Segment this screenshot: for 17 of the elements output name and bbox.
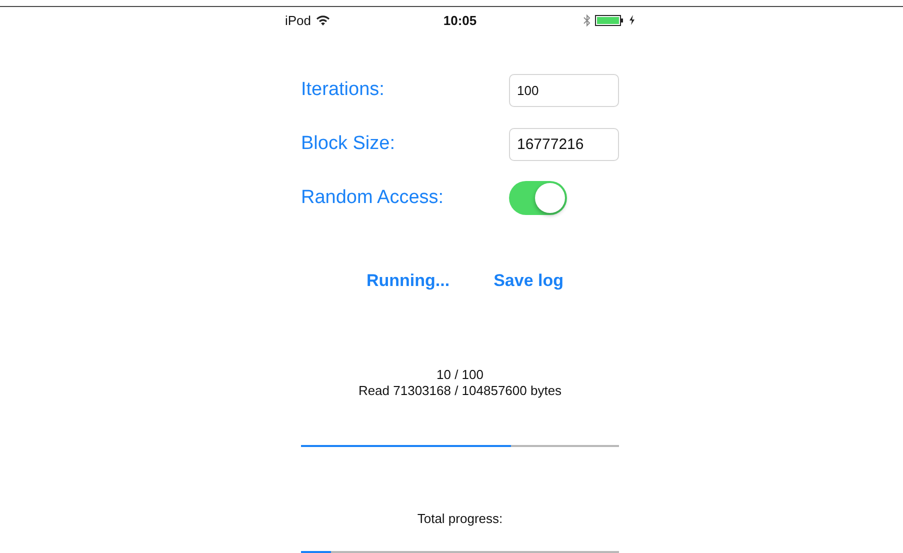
text-button[interactable]: Running...: [364, 269, 452, 293]
clock-time: 10:05: [443, 12, 477, 28]
input-field[interactable]: 16777216: [509, 128, 619, 160]
bluetooth-icon: [583, 14, 591, 26]
input-field[interactable]: 100: [509, 74, 619, 106]
text-button[interactable]: Save log: [492, 269, 566, 293]
device-name: iPod: [285, 12, 312, 28]
iteration-count: 10 / 100: [436, 367, 484, 383]
setting-label: Random Access:: [301, 187, 444, 209]
setting-label: Iterations:: [301, 79, 384, 101]
battery-icon: [595, 14, 625, 26]
setting-label: Block Size:: [301, 133, 395, 155]
wifi-icon: [316, 14, 330, 26]
total-progress-label: Total progress:: [417, 511, 503, 527]
toggle-switch[interactable]: [509, 181, 567, 215]
bytes-read-text: Read 71303168 / 104857600 bytes: [358, 383, 562, 399]
charging-bolt-icon: [629, 15, 635, 25]
